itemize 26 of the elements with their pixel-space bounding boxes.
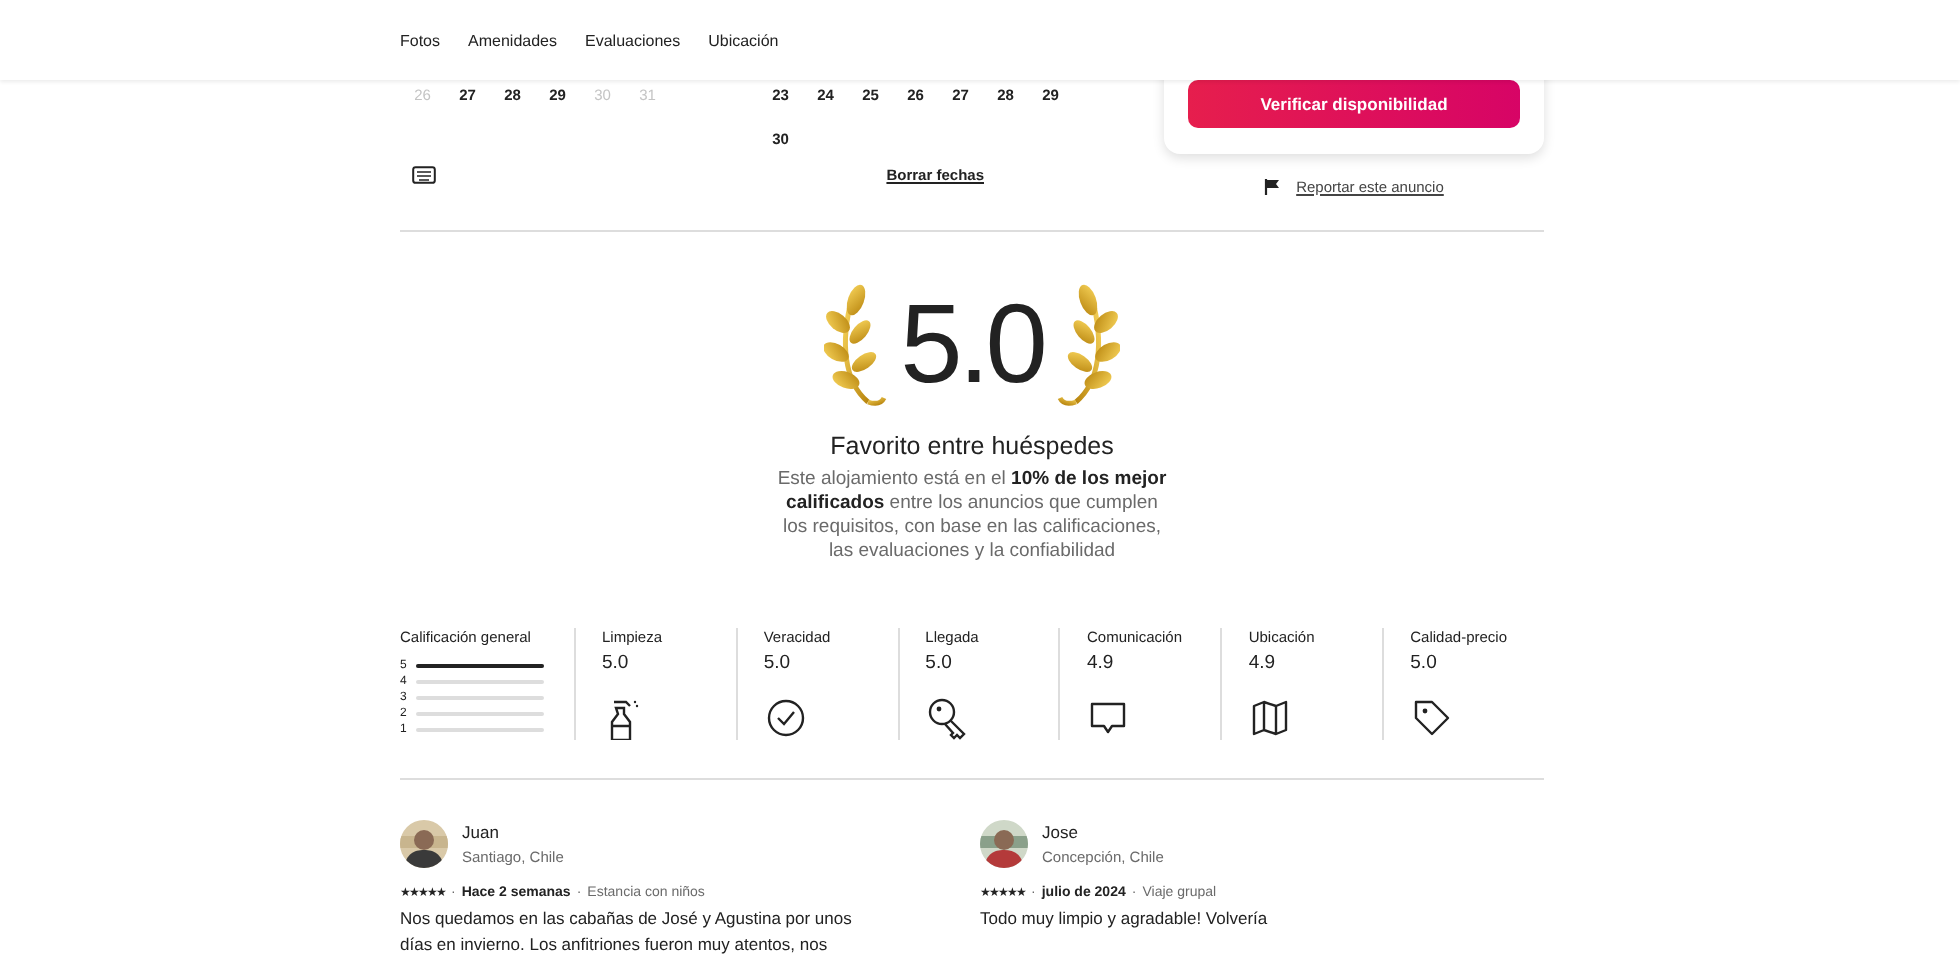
laurel-icon bbox=[1055, 282, 1120, 406]
rating-value: 4.9 bbox=[1248, 652, 1278, 676]
flag-icon bbox=[1264, 178, 1281, 196]
check-availability-button[interactable]: Verificar disponibilidad bbox=[1188, 80, 1520, 128]
rating-value: 5.0 bbox=[602, 652, 631, 676]
reviewer-name: Juan bbox=[462, 822, 501, 842]
award-description: Este alojamiento está en el 10% de los mejor calificados entre los anuncios que cumplen los requisitos, con base en las calificaciones, las evaluaciones y la confiabilidad bbox=[775, 468, 1169, 564]
review-text: Todo muy limpio y agradable! Volvería bbox=[980, 906, 1270, 932]
nav-link[interactable]: Ubicación bbox=[708, 31, 779, 49]
check-circle-icon bbox=[763, 696, 808, 740]
key-icon bbox=[925, 696, 970, 740]
nav-link[interactable]: Evaluaciones bbox=[585, 31, 681, 49]
keyboard-icon bbox=[412, 166, 436, 184]
tag-icon bbox=[1410, 696, 1455, 740]
rating-score: 5.0 bbox=[900, 288, 1044, 400]
rating-value: 4.9 bbox=[1086, 652, 1116, 676]
nav-link[interactable]: Fotos bbox=[400, 31, 441, 49]
award-title: Favorito entre huéspedes bbox=[828, 432, 1116, 460]
rating-value: 5.0 bbox=[925, 652, 954, 676]
nav-link[interactable]: Amenidades bbox=[468, 31, 557, 49]
map-icon bbox=[1248, 696, 1293, 740]
review-text: Nos quedamos en las cabañas de José y Agustina por unos días en invierno. Los anfitriones fueron muy atentos, nos bbox=[400, 906, 854, 958]
laurel-icon bbox=[824, 282, 889, 406]
rating-value: 5.0 bbox=[763, 652, 793, 676]
reviewer-name: Jose bbox=[1042, 822, 1080, 842]
rating-value: 5.0 bbox=[1410, 652, 1439, 676]
